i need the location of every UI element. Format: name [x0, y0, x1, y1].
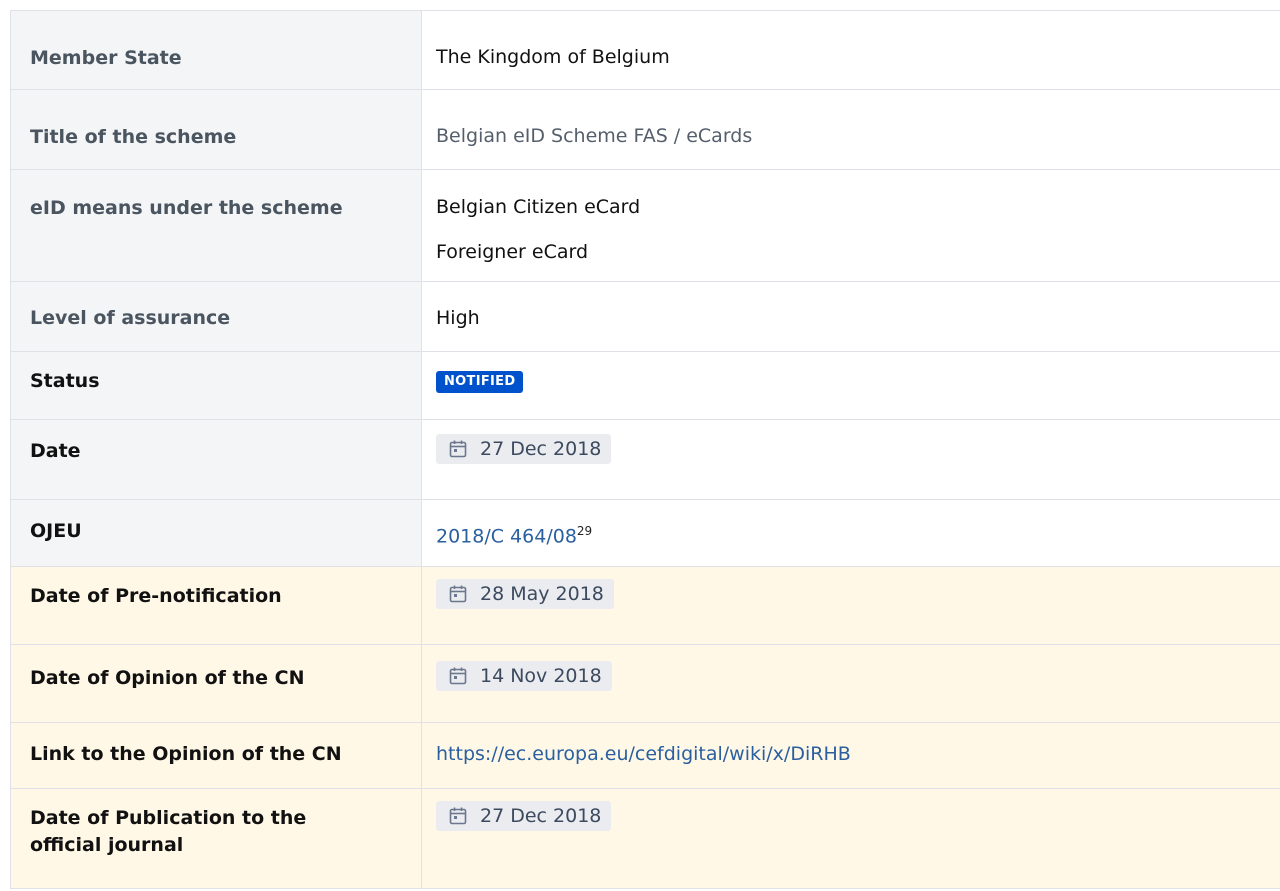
date-lozenge[interactable]: 27 Dec 2018	[436, 434, 612, 464]
table-row: Link to the Opinion of the CN https://ec…	[10, 722, 1280, 789]
table-row: eID means under the scheme Belgian Citiz…	[10, 169, 1280, 282]
scheme-details-table: Member State The Kingdom of Belgium Titl…	[10, 10, 1280, 889]
row-value-cell: NOTIFIED	[421, 351, 1280, 420]
row-label-cell: Date of Publication to the official jour…	[10, 788, 422, 889]
row-label-cell: Member State	[10, 10, 422, 90]
date-lozenge[interactable]: 28 May 2018	[436, 579, 614, 609]
table-row: Level of assurance High	[10, 281, 1280, 352]
date-text: 27 Dec 2018	[480, 438, 602, 460]
row-value-cell: 28 May 2018	[421, 566, 1280, 645]
row-value-cell: High	[421, 281, 1280, 352]
row-value-cell: 27 Dec 2018	[421, 419, 1280, 500]
row-label: Date of Opinion of the CN	[30, 667, 305, 689]
table-row: Date of Pre-notification 28 May 2018	[10, 566, 1280, 645]
calendar-icon	[449, 585, 467, 603]
row-label-cell: Date of Pre-notification	[10, 566, 422, 645]
date-text: 14 Nov 2018	[480, 665, 602, 687]
row-value-cell: Belgian Citizen eCard Foreigner eCard	[421, 169, 1280, 282]
row-label: Title of the scheme	[30, 126, 237, 148]
row-label: Member State	[30, 47, 182, 69]
row-value-cell: https://ec.europa.eu/cefdigital/wiki/x/D…	[421, 722, 1280, 789]
row-label-cell: OJEU	[10, 499, 422, 567]
row-label-cell: Date of Opinion of the CN	[10, 644, 422, 723]
row-value-cell: 27 Dec 2018	[421, 788, 1280, 889]
table-row: Date 27 Dec 2018	[10, 419, 1280, 500]
row-value: The Kingdom of Belgium	[436, 46, 670, 68]
row-value-cell: 2018/C 464/0829	[421, 499, 1280, 567]
table-row: Date of Opinion of the CN 14 Nov 2018	[10, 644, 1280, 723]
status-badge: NOTIFIED	[436, 371, 524, 393]
table-row: Date of Publication to the official jour…	[10, 788, 1280, 889]
row-label: Date of Publication to the official jour…	[30, 807, 307, 856]
row-value-cell: Belgian eID Scheme FAS / eCards	[421, 89, 1280, 170]
row-label: OJEU	[30, 520, 82, 542]
row-value-cell: The Kingdom of Belgium	[421, 10, 1280, 90]
ojeu-link[interactable]: 2018/C 464/08	[436, 525, 577, 547]
table-row: Status NOTIFIED	[10, 351, 1280, 420]
date-text: 28 May 2018	[480, 583, 604, 605]
opinion-link[interactable]: https://ec.europa.eu/cefdigital/wiki/x/D…	[436, 743, 851, 765]
date-text: 27 Dec 2018	[480, 805, 602, 827]
row-label: Date	[30, 440, 81, 462]
row-label-cell: Status	[10, 351, 422, 420]
row-label: Level of assurance	[30, 307, 231, 329]
calendar-icon	[449, 440, 467, 458]
row-label-cell: eID means under the scheme	[10, 169, 422, 282]
table-row: Title of the scheme Belgian eID Scheme F…	[10, 89, 1280, 170]
row-value: High	[436, 307, 480, 329]
row-label-cell: Level of assurance	[10, 281, 422, 352]
row-value-list: Belgian Citizen eCard Foreigner eCard	[422, 170, 1280, 266]
row-label: Status	[30, 370, 100, 392]
eid-means-item: Belgian Citizen eCard	[436, 196, 641, 218]
date-lozenge[interactable]: 27 Dec 2018	[436, 801, 612, 831]
footnote-marker: 29	[576, 524, 593, 538]
calendar-icon	[449, 667, 467, 685]
row-label: Date of Pre-notification	[30, 585, 282, 607]
row-label-cell: Title of the scheme	[10, 89, 422, 170]
row-label: Link to the Opinion of the CN	[30, 743, 342, 765]
date-lozenge[interactable]: 14 Nov 2018	[436, 661, 612, 691]
table-row: Member State The Kingdom of Belgium	[10, 10, 1280, 90]
table-row: OJEU 2018/C 464/0829	[10, 499, 1280, 567]
eid-means-item: Foreigner eCard	[436, 241, 589, 263]
row-label-cell: Date	[10, 419, 422, 500]
row-value: Belgian eID Scheme FAS / eCards	[436, 125, 753, 147]
row-value-cell: 14 Nov 2018	[421, 644, 1280, 723]
row-label-cell: Link to the Opinion of the CN	[10, 722, 422, 789]
scheme-table-container: Member State The Kingdom of Belgium Titl…	[10, 10, 1280, 889]
row-label: eID means under the scheme	[30, 197, 343, 219]
calendar-icon	[449, 807, 467, 825]
